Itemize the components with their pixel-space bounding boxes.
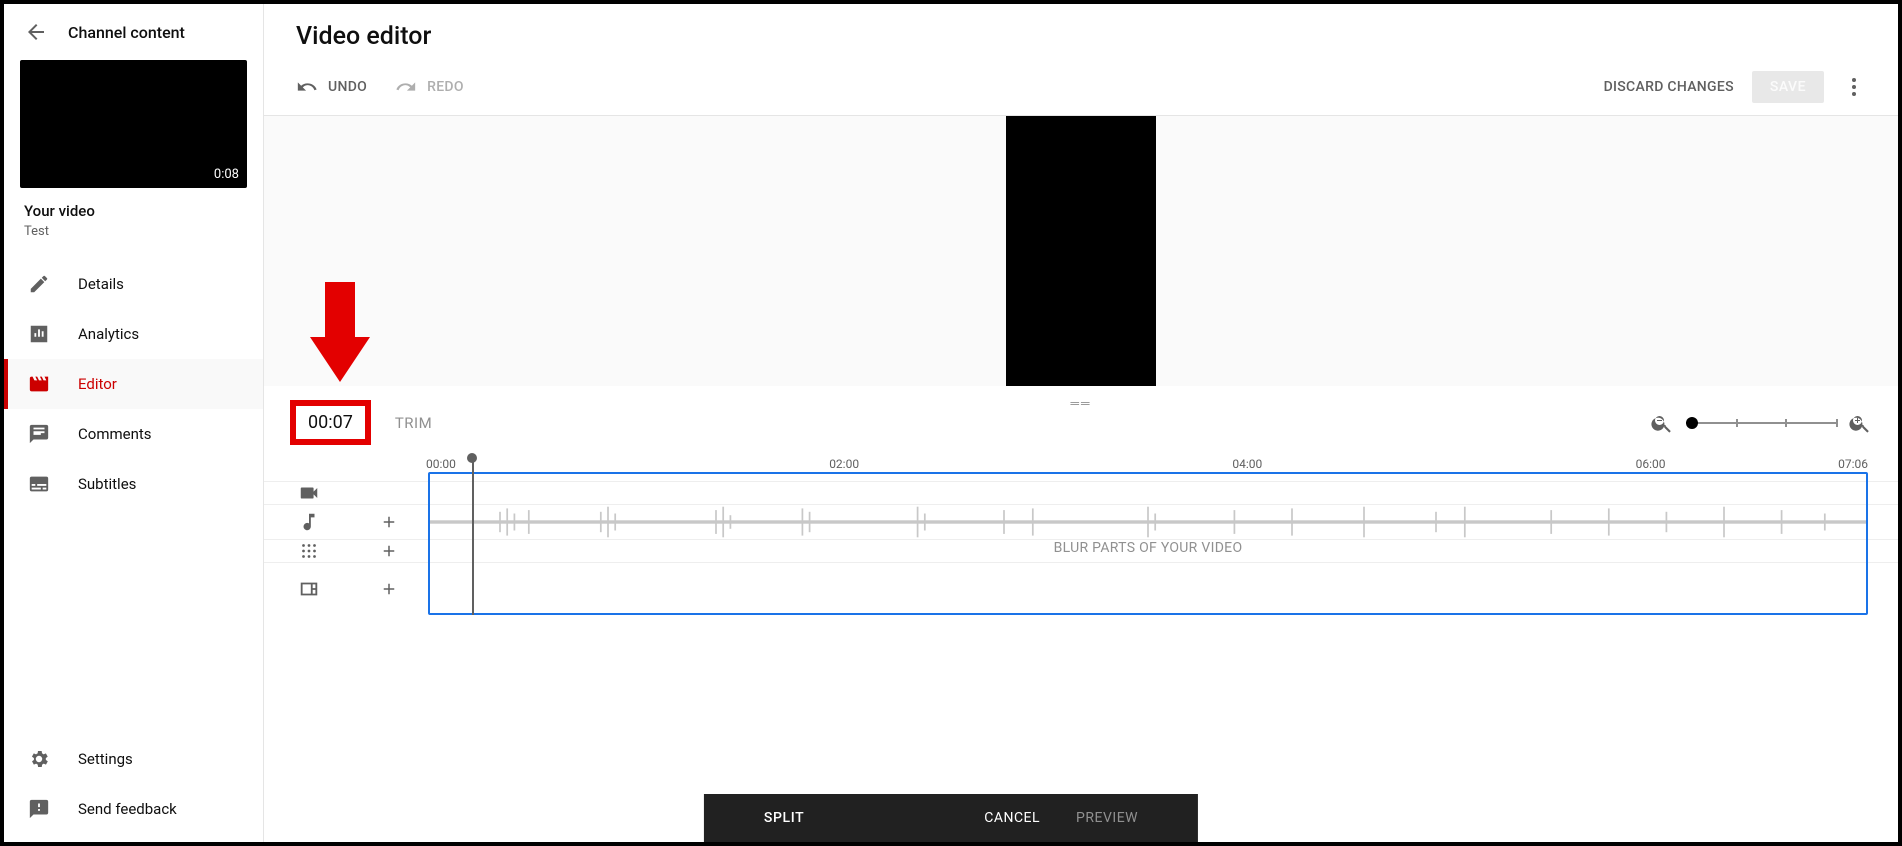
audio-track-row — [264, 504, 1898, 539]
analytics-icon — [28, 323, 50, 345]
cancel-button[interactable]: CANCEL — [984, 810, 1040, 826]
video-preview-area — [264, 116, 1898, 386]
pencil-icon — [28, 273, 50, 295]
redo-label: REDO — [427, 79, 464, 95]
video-preview-frame[interactable] — [1006, 116, 1156, 386]
add-blur-icon[interactable] — [380, 542, 398, 560]
undo-button[interactable]: UNDO — [296, 76, 367, 98]
sidebar-item-label: Send feedback — [78, 800, 177, 818]
preview-button[interactable]: PREVIEW — [1076, 810, 1138, 826]
sidebar-item-editor[interactable]: Editor — [4, 359, 263, 409]
add-end-screen-icon[interactable] — [380, 580, 398, 598]
your-video-label: Your video — [24, 202, 243, 220]
discard-changes-button[interactable]: DISCARD CHANGES — [1604, 79, 1734, 95]
sidebar: Channel content 0:08 Your video Test Det… — [4, 4, 264, 842]
redo-icon — [395, 76, 417, 98]
channel-content-label: Channel content — [68, 23, 185, 42]
timeline-ruler[interactable]: 00:00 02:00 04:00 06:00 07:06 — [428, 455, 1868, 481]
sidebar-item-label: Comments — [78, 425, 152, 443]
comments-icon — [28, 423, 50, 445]
video-title: Test — [24, 224, 243, 239]
trim-label: TRIM — [395, 414, 432, 432]
sidebar-item-label: Details — [78, 275, 124, 293]
blur-track[interactable]: BLUR PARTS OF YOUR VIDEO — [428, 540, 1868, 556]
playhead-line[interactable] — [472, 457, 474, 615]
undo-icon — [296, 76, 318, 98]
video-track-icon — [298, 482, 320, 504]
blur-icon — [298, 540, 320, 562]
blur-track-row: BLUR PARTS OF YOUR VIDEO — [264, 539, 1898, 562]
page-title: Video editor — [296, 22, 1866, 51]
zoom-in-icon[interactable] — [1848, 411, 1872, 435]
sidebar-item-analytics[interactable]: Analytics — [4, 309, 263, 359]
sidebar-item-settings[interactable]: Settings — [4, 734, 263, 784]
sidebar-item-label: Settings — [78, 750, 133, 768]
undo-label: UNDO — [328, 79, 367, 95]
video-thumbnail[interactable]: 0:08 — [20, 60, 247, 188]
drag-handle-icon[interactable]: ══ — [1070, 396, 1091, 410]
split-button[interactable]: SPLIT — [764, 810, 804, 826]
main: Video editor UNDO REDO DISCARD CHANGES S… — [264, 4, 1898, 842]
audio-track[interactable] — [428, 505, 1868, 539]
sidebar-item-feedback[interactable]: Send feedback — [4, 784, 263, 834]
feedback-icon — [28, 798, 50, 820]
music-note-icon — [298, 511, 320, 533]
trim-action-bar: SPLIT CANCEL PREVIEW — [704, 794, 1198, 842]
waveform-icon — [428, 505, 1868, 539]
end-screen-icon — [298, 578, 320, 600]
add-audio-icon[interactable] — [380, 513, 398, 531]
sidebar-item-label: Editor — [78, 375, 117, 393]
sidebar-item-details[interactable]: Details — [4, 259, 263, 309]
sidebar-item-comments[interactable]: Comments — [4, 409, 263, 459]
back-arrow-icon[interactable] — [24, 20, 48, 44]
blur-track-label: BLUR PARTS OF YOUR VIDEO — [1054, 540, 1243, 556]
save-button: SAVE — [1752, 71, 1824, 103]
sidebar-item-subtitles[interactable]: Subtitles — [4, 459, 263, 509]
ruler-tick: 06:00 — [1636, 457, 1666, 471]
video-track-row — [264, 481, 1898, 504]
sidebar-item-label: Analytics — [78, 325, 139, 343]
zoom-slider[interactable] — [1686, 422, 1836, 424]
sidebar-item-label: Subtitles — [78, 475, 136, 493]
end-screen-track[interactable] — [428, 563, 1868, 615]
clapperboard-icon — [28, 373, 50, 395]
thumbnail-duration: 0:08 — [214, 167, 239, 182]
ruler-tick: 00:00 — [426, 457, 456, 471]
ruler-tick: 02:00 — [829, 457, 859, 471]
ruler-tick: 07:06 — [1838, 457, 1868, 471]
zoom-out-icon[interactable] — [1650, 411, 1674, 435]
timecode-input[interactable]: 00:07 — [290, 400, 371, 445]
gear-icon — [28, 748, 50, 770]
end-screen-track-row — [264, 562, 1898, 615]
more-vert-icon[interactable] — [1842, 75, 1866, 99]
redo-button[interactable]: REDO — [395, 76, 464, 98]
subtitles-icon — [28, 473, 50, 495]
ruler-tick: 04:00 — [1232, 457, 1262, 471]
